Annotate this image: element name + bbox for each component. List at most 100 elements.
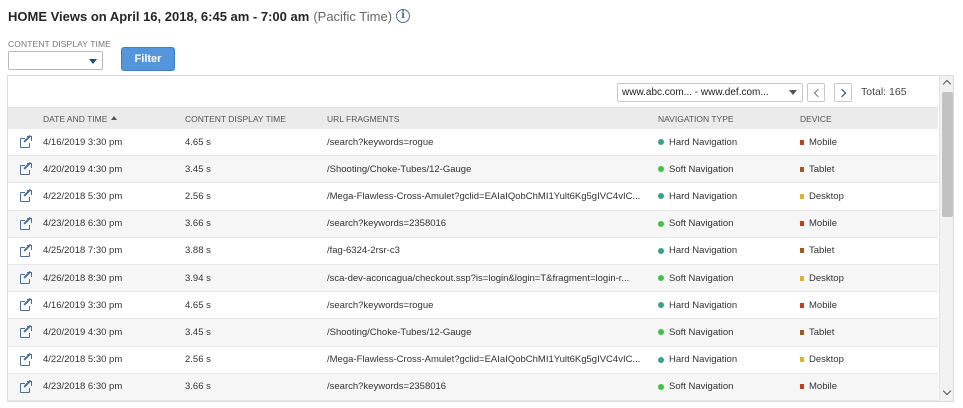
- total-count: Total: 165: [861, 86, 907, 98]
- device-color-square-icon: [800, 357, 804, 363]
- external-link-icon[interactable]: [19, 243, 33, 257]
- open-row-button[interactable]: [8, 379, 43, 393]
- cell-content-display-time: 3.45 s: [185, 163, 211, 175]
- results-table: DATE AND TIME CONTENT DISPLAY TIME URL F…: [8, 107, 938, 401]
- cell-content-display-time: 4.65 s: [185, 136, 211, 148]
- table-row: 4/20/2019 4:30 pm 3.45 s/Shooting/Choke-T…: [8, 319, 938, 347]
- navigation-type-label: Hard Navigation: [669, 136, 738, 148]
- next-page-button[interactable]: [834, 83, 852, 102]
- scroll-down-icon[interactable]: [942, 386, 952, 396]
- device-color-square-icon: [800, 329, 804, 335]
- table-row: 4/23/2018 6:30 pm 3.66 s/search?keywords=…: [8, 373, 938, 401]
- sort-ascending-icon: [111, 116, 118, 121]
- navigation-type-label: Soft Navigation: [669, 326, 734, 338]
- column-header-date[interactable]: DATE AND TIME: [43, 114, 185, 124]
- external-link-icon[interactable]: [19, 162, 33, 176]
- timezone-label: (Pacific Time): [313, 8, 393, 24]
- cell-content-display-time: 3.66 s: [185, 218, 211, 230]
- column-header-device[interactable]: DEVICE: [800, 114, 938, 124]
- navigation-type-label: Hard Navigation: [669, 354, 738, 366]
- navigation-status-dot-icon: [658, 302, 664, 309]
- external-link-icon[interactable]: [19, 352, 33, 366]
- navigation-status-dot-icon: [658, 139, 664, 146]
- device-label: Mobile: [809, 136, 837, 148]
- cell-navigation-type: Hard Navigation: [658, 300, 800, 311]
- scrollbar-thumb[interactable]: [942, 92, 953, 217]
- column-header-content-display-time[interactable]: CONTENT DISPLAY TIME: [185, 114, 327, 124]
- cell-date: 4/16/2019 3:30 pm: [43, 136, 123, 148]
- navigation-status-dot-icon: [658, 329, 664, 336]
- open-row-button[interactable]: [8, 270, 43, 285]
- page-range-select[interactable]: www.abc.com... - www.def.com...: [617, 83, 803, 102]
- navigation-type-label: Hard Navigation: [669, 245, 738, 257]
- scroll-up-icon[interactable]: [942, 79, 952, 89]
- navigation-status-dot-icon: [658, 383, 664, 390]
- filter-button[interactable]: Filter: [121, 47, 175, 71]
- device-label: Tablet: [809, 245, 835, 257]
- cell-device: Mobile: [800, 218, 938, 229]
- device-color-square-icon: [800, 166, 804, 172]
- open-row-button[interactable]: [8, 134, 43, 149]
- column-header-date-label: DATE AND TIME: [43, 113, 108, 124]
- external-link-icon[interactable]: [19, 134, 33, 149]
- cell-content-display-time: 4.65 s: [185, 299, 211, 311]
- cell-content-display-time: 3.66 s: [185, 381, 211, 393]
- cell-url-fragment: /Shooting/Choke-Tubes/12-Gauge: [327, 163, 472, 175]
- cell-device: Tablet: [800, 164, 938, 175]
- cell-navigation-type: Hard Navigation: [658, 354, 800, 365]
- vertical-scrollbar[interactable]: [939, 76, 953, 401]
- external-link-icon[interactable]: [19, 379, 33, 393]
- open-row-button[interactable]: [8, 298, 43, 312]
- external-link-icon[interactable]: [19, 270, 33, 285]
- content-display-time-select[interactable]: [8, 51, 103, 70]
- device-color-square-icon: [800, 221, 804, 227]
- navigation-status-dot-icon: [658, 247, 664, 254]
- open-row-button[interactable]: [8, 325, 43, 339]
- cell-url-fragment: /search?keywords=2358016: [327, 218, 447, 230]
- page-title-text: HOME Views on April 16, 2018, 6:45 am - …: [8, 8, 310, 24]
- open-row-button[interactable]: [8, 162, 43, 176]
- table-row: 4/16/2019 3:30 pm 4.65 s/search?keywords=…: [8, 129, 938, 157]
- cell-device: Tablet: [800, 327, 938, 338]
- table-row: 4/25/2018 7:30 pm 3.88 s/fag-6324-2rsr-c3…: [8, 238, 938, 265]
- device-label: Desktop: [809, 190, 844, 202]
- open-row-button[interactable]: [8, 189, 43, 203]
- column-header-url-fragments[interactable]: URL FRAGMENTS: [327, 114, 658, 124]
- cell-navigation-type: Soft Navigation: [658, 327, 800, 338]
- cell-device: Desktop: [800, 354, 938, 365]
- open-row-button[interactable]: [8, 352, 43, 366]
- external-link-icon[interactable]: [19, 189, 33, 203]
- cell-url-fragment: /search?keywords=rogue: [327, 299, 434, 311]
- navigation-type-label: Soft Navigation: [669, 272, 734, 284]
- open-row-button[interactable]: [8, 216, 43, 230]
- cell-url-fragment: /Mega-Flawless-Cross-Amulet?gclid=EAIaIQ…: [327, 190, 641, 202]
- column-header-navigation-type[interactable]: NAVIGATION TYPE: [658, 114, 800, 124]
- open-row-button[interactable]: [8, 243, 43, 257]
- table-body: 4/16/2019 3:30 pm 4.65 s/search?keywords=…: [8, 129, 938, 401]
- cell-url-fragment: /sca-dev-aconcagua/checkout.ssp?is=login…: [327, 272, 630, 284]
- cell-content-display-time: 3.94 s: [185, 272, 211, 284]
- info-circle-icon[interactable]: i: [396, 9, 411, 23]
- cell-navigation-type: Soft Navigation: [658, 381, 800, 392]
- cell-date: 4/20/2019 4:30 pm: [43, 163, 123, 175]
- external-link-icon[interactable]: [19, 325, 33, 339]
- cell-navigation-type: Soft Navigation: [658, 218, 800, 229]
- device-label: Tablet: [809, 326, 835, 338]
- cell-device: Mobile: [800, 137, 938, 148]
- external-link-icon[interactable]: [19, 298, 33, 312]
- device-label: Mobile: [809, 218, 837, 230]
- device-label: Desktop: [809, 272, 844, 284]
- cell-device: Desktop: [800, 273, 938, 284]
- device-label: Tablet: [809, 163, 835, 175]
- content-display-time-label: CONTENT DISPLAY TIME: [8, 39, 111, 49]
- device-label: Mobile: [809, 381, 837, 393]
- cell-date: 4/23/2018 6:30 pm: [43, 381, 123, 393]
- cell-date: 4/20/2019 4:30 pm: [43, 326, 123, 338]
- device-label: Desktop: [809, 354, 844, 366]
- cell-device: Mobile: [800, 300, 938, 311]
- cell-url-fragment: /search?keywords=rogue: [327, 136, 434, 148]
- previous-page-button[interactable]: [807, 83, 825, 102]
- external-link-icon[interactable]: [19, 216, 33, 230]
- navigation-type-label: Soft Navigation: [669, 163, 734, 175]
- cell-content-display-time: 3.88 s: [185, 245, 211, 257]
